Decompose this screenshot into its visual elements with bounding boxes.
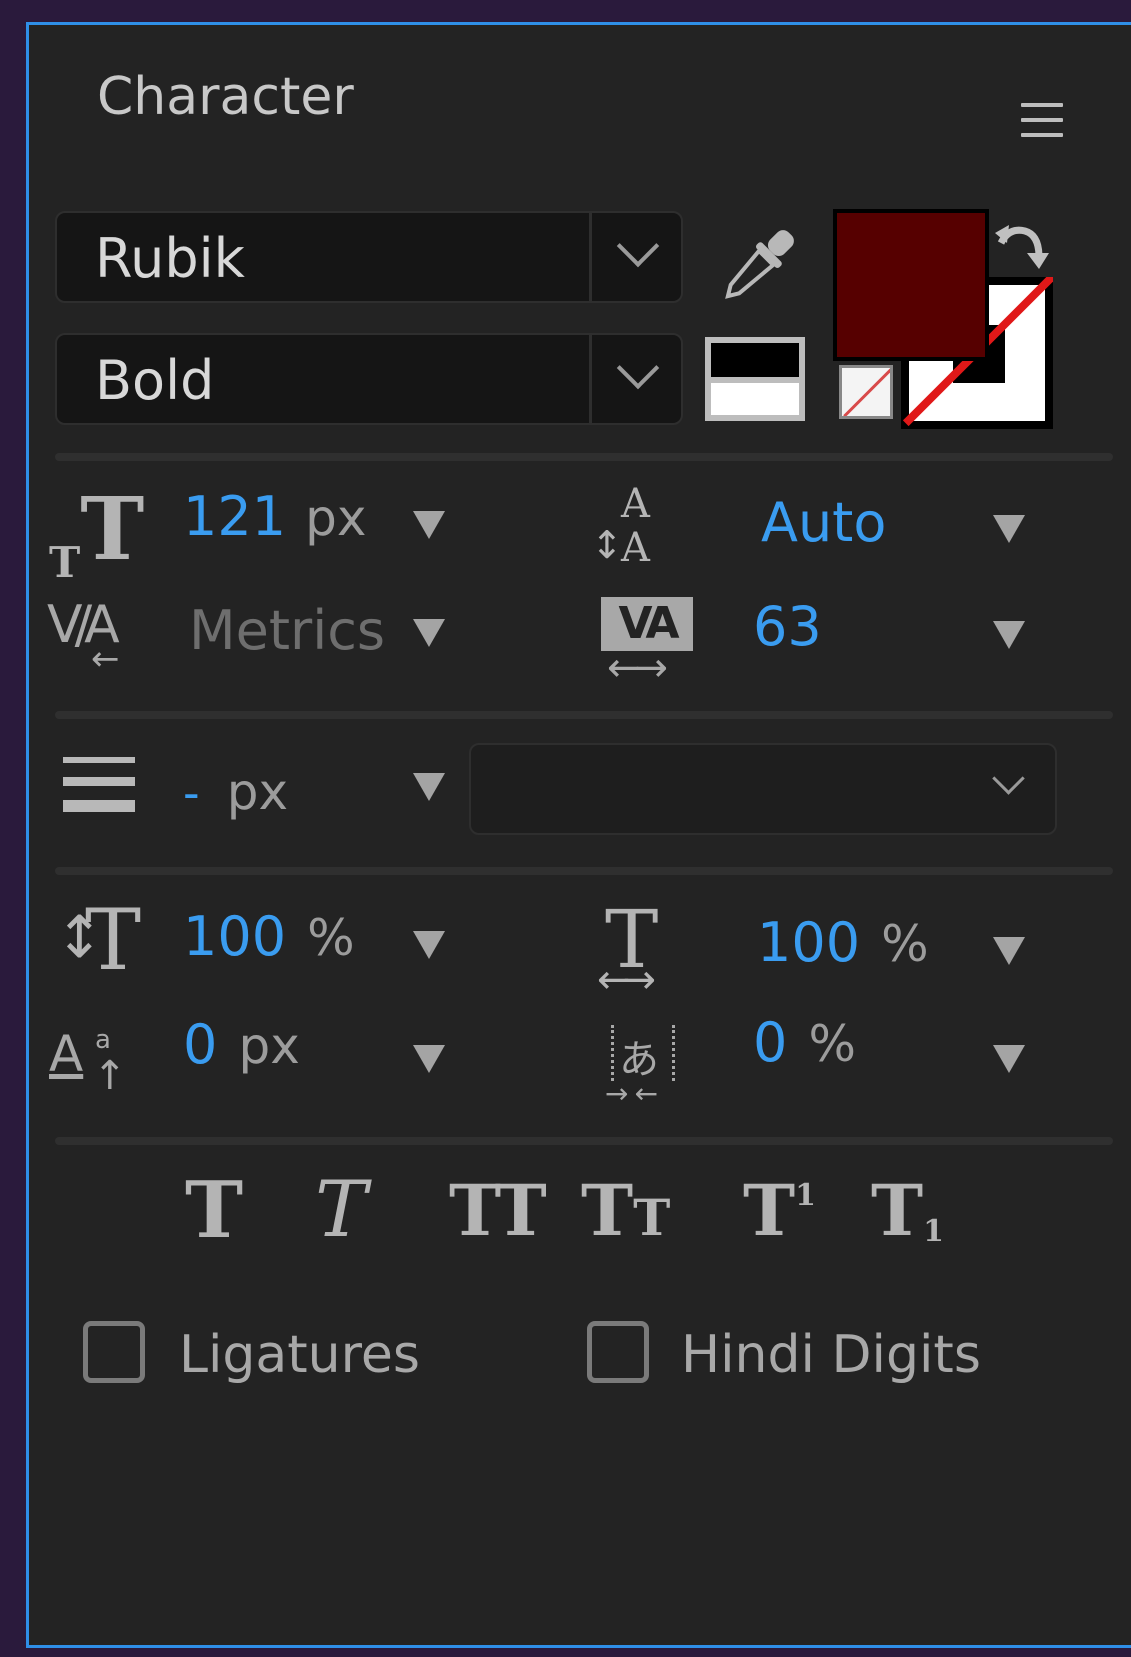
kerning-value: Metrics — [189, 599, 386, 662]
panel-title: Character — [97, 67, 354, 127]
horizontal-scale-field[interactable]: 100 % — [757, 911, 929, 974]
tsume-dropdown-arrow[interactable] — [993, 1045, 1025, 1073]
font-size-dropdown-arrow[interactable] — [413, 511, 445, 539]
baseline-shift-value: 0 — [183, 1013, 218, 1076]
fill-color-swatch[interactable] — [833, 209, 989, 361]
tracking-dropdown-arrow[interactable] — [993, 621, 1025, 649]
font-size-value: 121 — [183, 485, 287, 548]
kerning-dropdown-arrow[interactable] — [413, 619, 445, 647]
font-size-unit: px — [305, 489, 367, 547]
subscript-button[interactable]: T1 — [871, 1169, 944, 1252]
eyedropper-icon[interactable] — [709, 217, 809, 313]
font-family-value: Rubik — [95, 227, 245, 290]
character-panel: Character Rubik Bold TT 121 px A A ↕ Aut… — [26, 22, 1131, 1648]
faux-bold-button[interactable]: T — [185, 1165, 243, 1256]
stroke-width-icon — [63, 757, 135, 812]
kerning-field[interactable]: Metrics — [189, 599, 385, 662]
stroke-type-dropdown[interactable] — [469, 743, 1057, 835]
hindi-digits-checkbox[interactable] — [587, 1321, 649, 1383]
leading-icon: A A ↕ — [591, 481, 650, 571]
horizontal-scale-icon: T ←→ — [597, 893, 659, 1003]
baseline-shift-dropdown-arrow[interactable] — [413, 1045, 445, 1073]
chevron-down-icon — [992, 762, 1025, 795]
ligatures-label: Ligatures — [179, 1325, 420, 1385]
tracking-value: 63 — [753, 595, 822, 658]
leading-value: Auto — [761, 491, 887, 554]
kerning-icon: V/A ← — [47, 595, 120, 679]
vertical-scale-dropdown-arrow[interactable] — [413, 931, 445, 959]
font-style-dropdown[interactable]: Bold — [55, 333, 683, 425]
tracking-icon: VA ←→ — [601, 597, 695, 691]
stroke-width-field[interactable]: - px — [183, 763, 288, 821]
chevron-down-icon — [616, 346, 660, 390]
font-size-icon: TT — [49, 479, 145, 587]
tsume-value: 0 — [753, 1011, 788, 1074]
ligatures-checkbox[interactable] — [83, 1321, 145, 1383]
superscript-button[interactable]: T1 — [743, 1169, 816, 1252]
panel-menu-icon[interactable] — [1021, 103, 1063, 137]
stroke-width-unit: px — [226, 763, 289, 821]
leading-field[interactable]: Auto — [761, 491, 886, 554]
tracking-field[interactable]: 63 — [753, 595, 822, 658]
tsume-icon: あ →← — [605, 1025, 685, 1117]
vertical-scale-value: 100 — [183, 905, 287, 968]
faux-italic-button[interactable]: T — [315, 1165, 367, 1255]
horizontal-scale-unit: % — [881, 915, 929, 973]
horizontal-scale-dropdown-arrow[interactable] — [993, 937, 1025, 965]
font-size-field[interactable]: 121 px — [183, 485, 367, 548]
chevron-down-icon — [616, 224, 660, 268]
small-caps-button[interactable]: TT — [581, 1169, 670, 1252]
leading-dropdown-arrow[interactable] — [993, 515, 1025, 543]
horizontal-scale-value: 100 — [757, 911, 861, 974]
hindi-digits-label: Hindi Digits — [681, 1325, 981, 1385]
default-colors-button[interactable] — [705, 337, 805, 421]
stroke-width-dropdown-arrow[interactable] — [413, 773, 445, 801]
all-caps-button[interactable]: TT — [449, 1169, 547, 1252]
baseline-shift-field[interactable]: 0 px — [183, 1013, 300, 1076]
font-family-dropdown[interactable]: Rubik — [55, 211, 683, 303]
stroke-width-value: - — [183, 766, 200, 820]
font-style-value: Bold — [95, 349, 215, 412]
tsume-field[interactable]: 0 % — [753, 1011, 856, 1074]
no-color-swatch[interactable] — [839, 365, 893, 419]
baseline-shift-icon: A a ↑ — [49, 1025, 127, 1099]
tsume-unit: % — [808, 1015, 856, 1073]
baseline-shift-unit: px — [238, 1017, 300, 1075]
vertical-scale-icon: ↕ T — [55, 891, 142, 989]
swap-colors-icon[interactable] — [991, 221, 1051, 275]
vertical-scale-unit: % — [307, 909, 355, 967]
vertical-scale-field[interactable]: 100 % — [183, 905, 355, 968]
